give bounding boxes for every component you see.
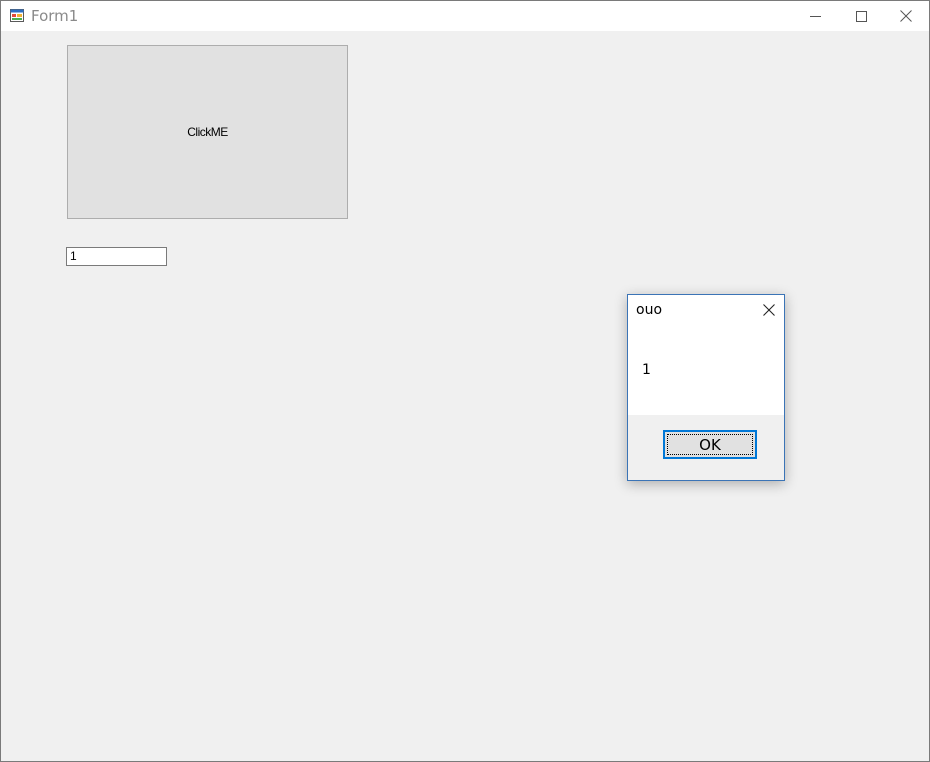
close-icon [763, 304, 775, 316]
message-box-footer: OK [628, 415, 784, 480]
ok-button[interactable]: OK [663, 430, 757, 459]
message-box-dialog: ouo 1 OK [627, 294, 785, 481]
close-button[interactable] [883, 1, 929, 31]
close-icon [900, 10, 912, 22]
minimize-icon [809, 15, 821, 17]
maximize-button[interactable] [838, 1, 884, 31]
window-titlebar[interactable]: Form1 [1, 1, 929, 31]
winforms-app-icon [10, 9, 24, 22]
message-box-title: ouo [636, 302, 663, 318]
click-me-button-label: ClickME [187, 125, 228, 139]
maximize-icon [855, 10, 867, 22]
click-me-button[interactable]: ClickME [67, 45, 348, 219]
message-box-close-button[interactable] [759, 300, 779, 320]
ok-button-label: OK [699, 435, 721, 454]
main-window: Form1 ClickME 1 [0, 0, 930, 762]
message-box-text: 1 [642, 362, 651, 378]
minimize-button[interactable] [792, 1, 838, 31]
value-textbox[interactable]: 1 [66, 247, 167, 266]
textbox-value: 1 [70, 249, 77, 263]
window-title: Form1 [31, 7, 79, 25]
